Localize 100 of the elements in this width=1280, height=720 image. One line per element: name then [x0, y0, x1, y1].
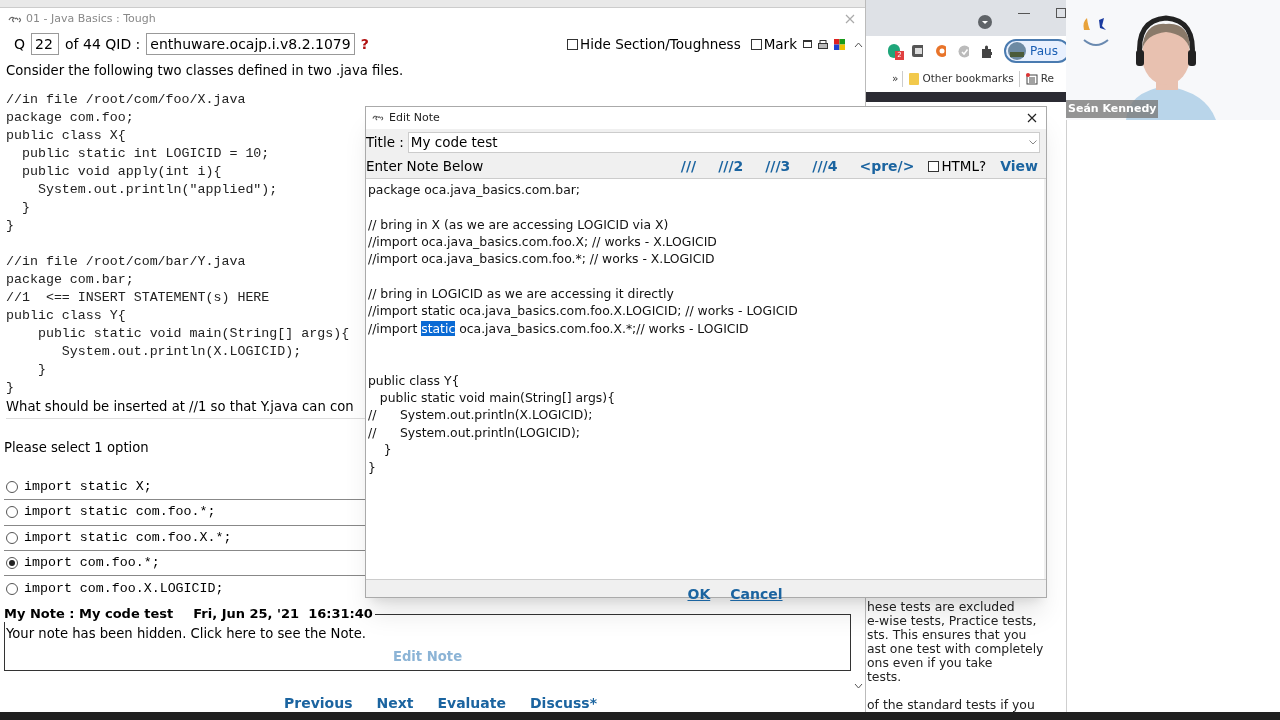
note-editor[interactable]: [366, 179, 1044, 579]
option-text: import com.foo.X.LOGICID;: [24, 579, 224, 598]
nav-link[interactable]: Previous: [284, 693, 353, 712]
page-text: sts. This ensures that you: [867, 628, 1027, 642]
color-grid-icon[interactable]: [834, 38, 845, 50]
code-line: public static int LOGICID = 10;: [20, 145, 270, 163]
page-text: hese tests are excluded: [867, 600, 1015, 614]
note-date: Fri, Jun 25, '21 16:31:40: [193, 605, 373, 623]
code-line: public static void main(String[] args){: [36, 325, 350, 343]
editor-line: //import oca.java_basics.com.foo.X; // works - X.LOGICID: [368, 233, 718, 251]
question-text: Consider the following two classes defined in two .java files.: [6, 62, 405, 80]
tab-search-icon[interactable]: [978, 15, 992, 29]
code-line: System.out.println("applied");: [36, 181, 278, 199]
toolbar-link[interactable]: ///3: [765, 156, 791, 177]
q-label: Q: [14, 34, 26, 54]
editor-line: public class Y{: [368, 371, 461, 390]
toolbar-link[interactable]: <pre/>: [859, 156, 915, 177]
code-line: }: [20, 199, 30, 217]
scroll-down-icon[interactable]: [854, 683, 863, 689]
page-text: ast one test with completely: [867, 642, 1044, 656]
editor-line: }: [382, 441, 393, 459]
editor-line: }: [368, 458, 377, 476]
code-line: //1 <== INSERT STATEMENT(s) HERE: [6, 289, 270, 307]
app-logo-icon: [8, 14, 22, 24]
radio-button[interactable]: [6, 582, 18, 595]
code-line: //in file /root/com/foo/X.java: [6, 91, 246, 109]
radio-button[interactable]: [6, 481, 18, 494]
selected-text: static: [421, 320, 456, 336]
dialog-button[interactable]: Cancel: [730, 584, 783, 605]
checkbox-label[interactable]: Hide Section/Toughness: [567, 33, 741, 55]
toolbar-link[interactable]: ///2: [718, 156, 744, 177]
option-text: import static com.foo.*;: [24, 503, 216, 522]
radio-button[interactable]: [6, 557, 18, 570]
avatar-icon: [1008, 42, 1027, 60]
bookmark[interactable]: Re: [1025, 71, 1054, 87]
checkbox[interactable]: [928, 161, 940, 172]
checkbox[interactable]: [567, 38, 579, 50]
nav-link[interactable]: Next: [376, 693, 414, 712]
note-text[interactable]: Your note has been hidden. Click here to see the Note.: [6, 624, 366, 645]
code-line: }: [36, 361, 46, 379]
editor-line: // System.out.println(LOGICID);: [368, 423, 581, 442]
code-line: package com.bar;: [6, 271, 134, 289]
window-title: 01 - Java Basics : Tough: [26, 10, 156, 27]
editor-line: // bring in LOGICID as we are accessing it directly: [368, 285, 675, 303]
dropdown-icon[interactable]: [1029, 139, 1037, 145]
field-label: Title :: [366, 132, 404, 152]
option-text: import static com.foo.X.*;: [24, 528, 232, 547]
nav-link[interactable]: Evaluate: [437, 693, 506, 712]
code-line: public void apply(int i){: [20, 163, 222, 181]
editor-line: //import oca.java_basics.com.foo.*; // works - X.LOGICID: [368, 250, 716, 268]
toolbar-link[interactable]: ///4: [812, 156, 838, 177]
page-text: ons even if you take: [867, 656, 993, 670]
code-line: package com.foo;: [6, 109, 134, 127]
question-count: of 44 QID :: [65, 34, 141, 54]
nav-link[interactable]: Discuss*: [530, 693, 597, 712]
instruction-text: Please select 1 option: [4, 439, 149, 457]
dialog-title: Edit Note: [389, 109, 440, 126]
reading-list-icon: [1025, 73, 1038, 85]
toolbar-link[interactable]: ///: [680, 156, 697, 177]
question-number-field[interactable]: 22: [31, 33, 60, 55]
prompt-text: Enter Note Below: [366, 157, 485, 177]
option-text: import static X;: [24, 478, 152, 497]
editor-line: //import static oca.java_basics.com.foo.X.*;// works - LOGICID: [368, 319, 750, 338]
printer-icon[interactable]: [818, 39, 828, 49]
checkbox-label[interactable]: Mark: [750, 33, 797, 55]
dialog-button[interactable]: OK: [687, 584, 711, 605]
page-text: tests.: [867, 670, 902, 684]
checkbox[interactable]: [750, 38, 762, 50]
view-link[interactable]: View: [1000, 156, 1038, 177]
maximize-icon[interactable]: [1056, 8, 1066, 18]
code-line: }: [6, 217, 14, 235]
close-icon[interactable]: [1027, 113, 1037, 123]
radio-button[interactable]: [6, 531, 18, 544]
code-line: //in file /root/com/bar/Y.java: [6, 253, 246, 271]
option-text: import com.foo.*;: [24, 554, 160, 573]
code-line: public class Y{: [6, 307, 126, 325]
qid-field[interactable]: enthuware.ocajp.i.v8.2.1079: [146, 33, 355, 55]
editor-line: //import static oca.java_basics.com.foo.X.LOGICID; // works - LOGICID: [368, 302, 799, 320]
more-bookmarks[interactable]: »: [892, 71, 904, 87]
title-field[interactable]: My code test: [407, 131, 1040, 153]
page-text: of the standard tests if you: [867, 698, 1035, 712]
folder-icon: [909, 73, 920, 85]
bookmark[interactable]: Other bookmarks: [909, 71, 1020, 87]
window-icon[interactable]: [803, 40, 812, 48]
radio-button[interactable]: [6, 506, 18, 519]
help-link[interactable]: ?: [360, 33, 369, 55]
note-title: My Note : My code test: [4, 605, 174, 623]
participant-name: Seán Kennedy: [1066, 100, 1159, 118]
code-line: public class X{: [6, 127, 126, 145]
ring-icon[interactable]: [934, 44, 947, 58]
code-line: }: [6, 379, 14, 397]
minimize-icon[interactable]: [1018, 13, 1030, 15]
grid-icon[interactable]: [911, 45, 923, 57]
page-text: e-wise tests, Practice tests,: [867, 614, 1037, 628]
editor-line: // bring in X (as we are accessing LOGICID via X): [368, 215, 670, 234]
code-line: System.out.println(X.LOGICID);: [60, 343, 302, 361]
scroll-up-icon[interactable]: [854, 42, 863, 48]
checkbox-label[interactable]: HTML?: [928, 156, 987, 177]
puzzle-icon[interactable]: [981, 44, 993, 58]
app-logo-icon: [372, 114, 384, 122]
